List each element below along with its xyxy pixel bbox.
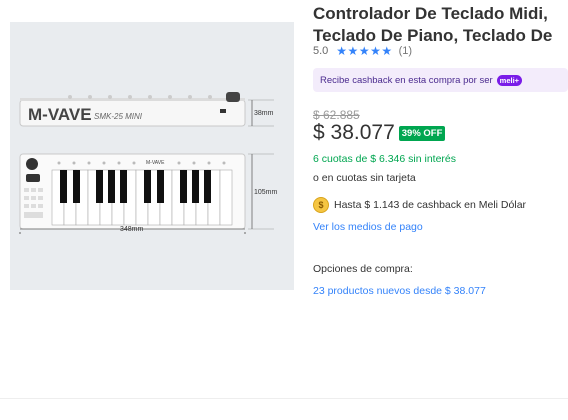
- review-count: (1): [398, 45, 413, 57]
- cashback-banner[interactable]: Recibe cashback en esta compra por ser m…: [313, 68, 568, 92]
- divider: [0, 398, 568, 399]
- brand-logo-top: M-VAVE: [146, 160, 165, 166]
- new-products-link[interactable]: 23 productos nuevos desde $ 38.077: [313, 285, 486, 297]
- price-row: $ 38.077 39% OFF: [313, 121, 446, 145]
- dimension-depth-label: 105mm: [254, 189, 278, 196]
- coin-icon: $: [313, 197, 329, 213]
- cashback-text: Hasta $ 1.143 de cashback en Meli Dólar: [334, 199, 527, 211]
- top-view: M-VAVE 105mm 348mm: [19, 153, 278, 234]
- meli-plus-badge: meli+: [496, 74, 523, 86]
- current-price: $ 38.077: [313, 121, 395, 144]
- rating-row[interactable]: 5.0 ★★★★★ (1): [313, 44, 412, 58]
- product-title: Controlador De Teclado Midi, Teclado De …: [313, 4, 553, 45]
- dimension-height-label: 38mm: [254, 110, 274, 117]
- model-label: SMK-25 MINI: [94, 112, 143, 121]
- cashback-banner-text: Recibe cashback en esta compra por ser: [320, 74, 493, 86]
- installments-alt-text: o en cuotas sin tarjeta: [313, 172, 416, 184]
- product-image[interactable]: M-VAVE SMK-25 MINI 38mm M-VAVE 105mm 348…: [10, 22, 294, 290]
- dimension-width-label: 348mm: [120, 226, 144, 233]
- original-price: $ 62.885: [313, 108, 360, 122]
- cashback-row: $ Hasta $ 1.143 de cashback en Meli Dóla…: [313, 197, 526, 213]
- discount-badge: 39% OFF: [398, 125, 446, 141]
- rating-value: 5.0: [313, 45, 329, 57]
- brand-logo-side: M-VAVE: [28, 105, 92, 124]
- installments-text: 6 cuotas de $ 6.346 sin interés: [313, 153, 457, 165]
- purchase-options-label: Opciones de compra:: [313, 263, 413, 275]
- payment-methods-link[interactable]: Ver los medios de pago: [313, 221, 423, 233]
- star-rating-icon: ★★★★★: [336, 44, 393, 58]
